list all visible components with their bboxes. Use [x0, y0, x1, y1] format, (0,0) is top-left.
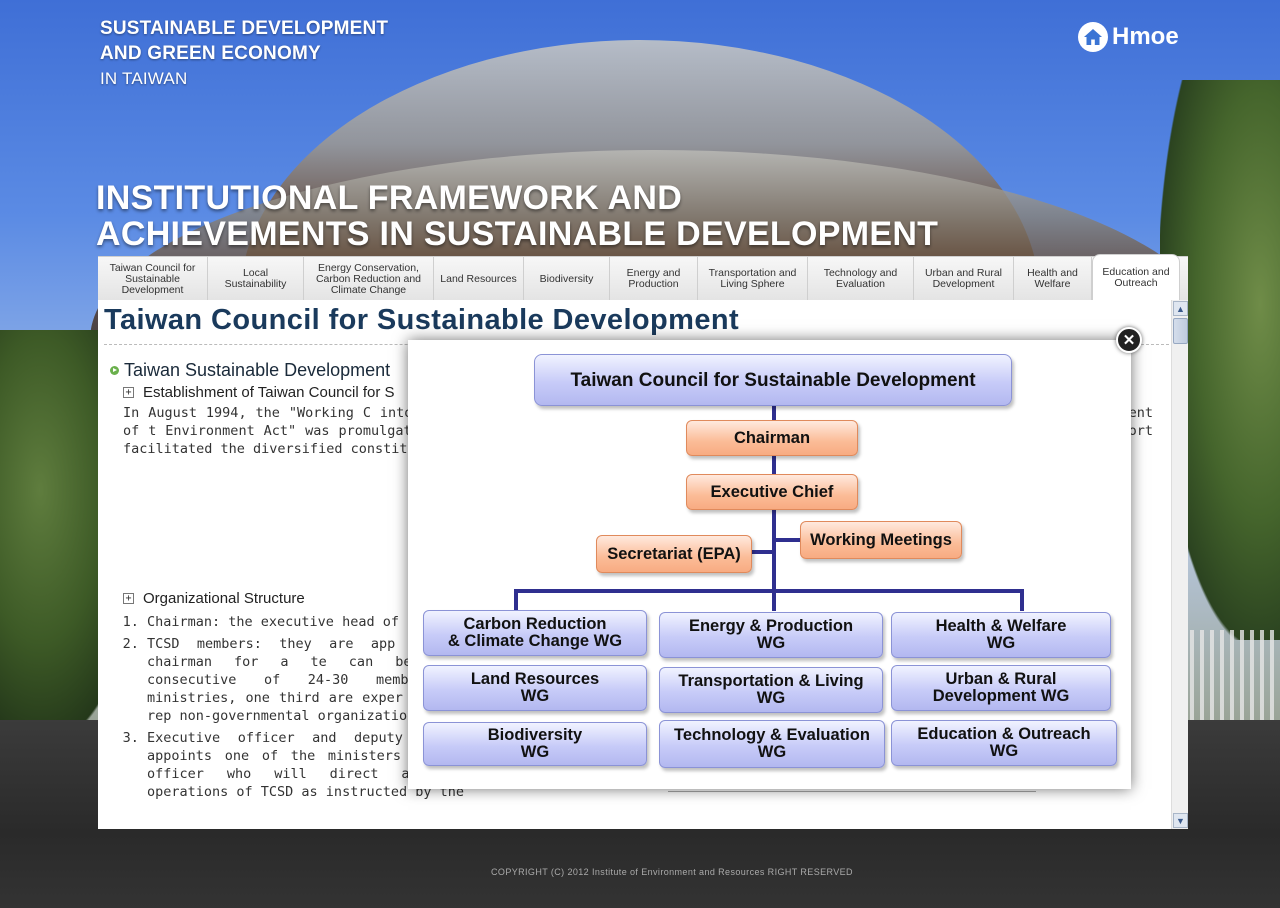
- connector-drop-right: [1020, 589, 1024, 611]
- org-chart-popup: Taiwan Council for Sustainable Developme…: [408, 340, 1131, 789]
- wg-line: Land Resources: [470, 670, 600, 688]
- page-heading-line1: INSTITUTIONAL FRAMEWORK AND: [96, 179, 683, 217]
- wg-line: WG: [520, 687, 550, 705]
- wg-energy-production: Energy & Production WG: [659, 612, 883, 658]
- home-link[interactable]: Hmoe: [1078, 22, 1179, 52]
- content-title: Taiwan Council for Sustainable Developme…: [104, 304, 740, 336]
- wg-health-welfare: Health & Welfare WG: [891, 612, 1111, 658]
- home-label: Hmoe: [1112, 23, 1179, 50]
- section-title: Taiwan Sustainable Development: [110, 360, 390, 381]
- tab-tcsd[interactable]: Taiwan Council for Sustainable Developme…: [98, 257, 208, 301]
- connector-drop-left: [514, 589, 518, 611]
- subsection-organizational-structure[interactable]: + Organizational Structure: [123, 590, 305, 607]
- copyright-footer: COPYRIGHT (C) 2012 Institute of Environm…: [491, 867, 853, 877]
- home-icon: [1078, 22, 1108, 52]
- wg-carbon-reduction: Carbon Reduction & Climate Change WG: [423, 610, 647, 656]
- connector-meetings: [776, 538, 800, 542]
- section-title-text: Taiwan Sustainable Development: [124, 360, 391, 380]
- tab-education-outreach[interactable]: Education and Outreach: [1092, 254, 1180, 301]
- site-title[interactable]: SUSTAINABLE DEVELOPMENT AND GREEN ECONOM…: [100, 16, 388, 91]
- wg-line: WG: [757, 743, 787, 761]
- scroll-down-icon[interactable]: ▼: [1173, 813, 1188, 828]
- wg-line: WG: [989, 742, 1019, 760]
- tab-local-sustainability[interactable]: Local Sustainability: [208, 257, 304, 301]
- wg-line: Technology & Evaluation: [674, 726, 870, 744]
- page-heading: INSTITUTIONAL FRAMEWORK AND ACHIEVEMENTS…: [96, 180, 938, 252]
- wg-line: Transportation & Living: [678, 672, 864, 690]
- wg-line: Health & Welfare: [935, 617, 1067, 635]
- wg-line: WG: [986, 634, 1016, 652]
- org-node-top: Taiwan Council for Sustainable Developme…: [534, 354, 1012, 406]
- tab-urban-rural[interactable]: Urban and Rural Development: [914, 257, 1014, 301]
- tab-biodiversity[interactable]: Biodiversity: [524, 257, 610, 301]
- subsection-org-label: Organizational Structure: [143, 590, 305, 607]
- topic-tabs: Taiwan Council for Sustainable Developme…: [98, 254, 1188, 301]
- content-scrollbar[interactable]: ▲ ▼: [1171, 300, 1188, 829]
- scroll-up-icon[interactable]: ▲: [1173, 301, 1188, 316]
- wg-biodiversity: Biodiversity WG: [423, 722, 647, 766]
- wg-urban-rural: Urban & Rural Development WG: [891, 665, 1111, 711]
- site-title-line1: SUSTAINABLE DEVELOPMENT: [100, 18, 389, 39]
- tab-health-welfare[interactable]: Health and Welfare: [1014, 257, 1092, 301]
- connector-drop-center: [772, 589, 776, 611]
- tab-energy-conservation[interactable]: Energy Conservation, Carbon Reduction an…: [304, 257, 434, 301]
- org-node-working-meetings: Working Meetings: [800, 521, 962, 559]
- scroll-thumb[interactable]: [1173, 318, 1188, 344]
- wg-technology-evaluation: Technology & Evaluation WG: [659, 720, 885, 768]
- fence: [1190, 630, 1280, 720]
- wg-line: Education & Outreach: [917, 725, 1091, 743]
- tab-energy-production[interactable]: Energy and Production: [610, 257, 698, 301]
- wg-line: Biodiversity: [487, 726, 583, 744]
- bullet-arrow-icon: [110, 366, 119, 375]
- subsection-establishment-label: Establishment of Taiwan Council for S: [143, 384, 395, 401]
- connector-horizontal: [514, 589, 1024, 593]
- wg-line: Development WG: [932, 687, 1070, 705]
- connector-secretariat: [750, 550, 774, 554]
- expand-icon[interactable]: +: [123, 387, 134, 398]
- wg-line: WG: [756, 634, 786, 652]
- tab-transportation[interactable]: Transportation and Living Sphere: [698, 257, 808, 301]
- org-node-secretariat: Secretariat (EPA): [596, 535, 752, 573]
- tab-technology[interactable]: Technology and Evaluation: [808, 257, 914, 301]
- subsection-establishment[interactable]: + Establishment of Taiwan Council for S: [123, 384, 395, 401]
- wg-line: Urban & Rural: [945, 670, 1057, 688]
- wg-education-outreach: Education & Outreach WG: [891, 720, 1117, 766]
- page-heading-line2: ACHIEVEMENTS IN SUSTAINABLE DEVELOPMENT: [96, 215, 939, 253]
- wg-line: Carbon Reduction: [463, 615, 607, 633]
- org-node-executive-chief: Executive Chief: [686, 474, 858, 510]
- wg-line: WG: [520, 743, 550, 761]
- wg-land-resources: Land Resources WG: [423, 665, 647, 711]
- site-title-line3: IN TAIWAN: [100, 69, 188, 88]
- site-title-line2: AND GREEN ECONOMY: [100, 43, 321, 64]
- org-node-chairman: Chairman: [686, 420, 858, 456]
- wg-transportation-living: Transportation & Living WG: [659, 667, 883, 713]
- expand-icon[interactable]: +: [123, 593, 134, 604]
- wg-line: WG: [756, 689, 786, 707]
- wg-line: Energy & Production: [688, 617, 854, 635]
- wg-line: & Climate Change WG: [447, 632, 623, 650]
- tab-land-resources[interactable]: Land Resources: [434, 257, 524, 301]
- close-icon[interactable]: ✕: [1116, 327, 1142, 353]
